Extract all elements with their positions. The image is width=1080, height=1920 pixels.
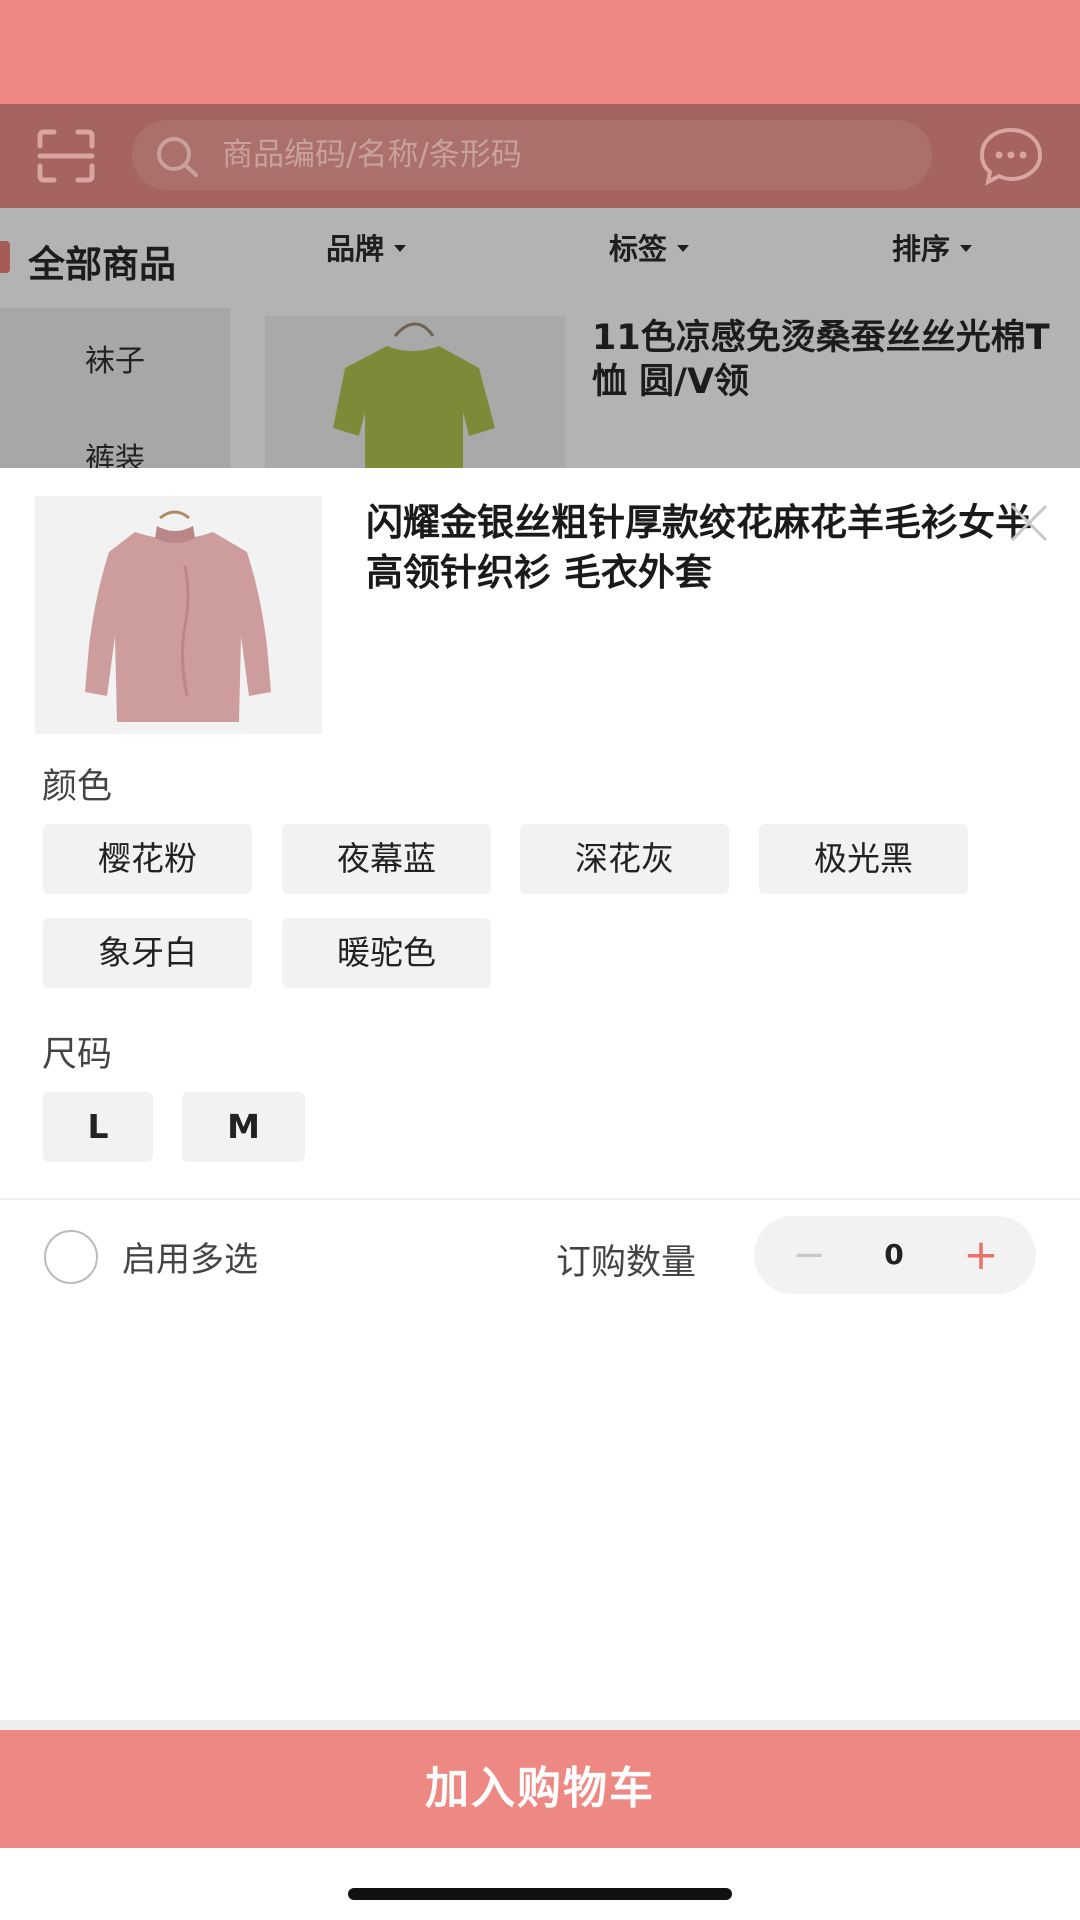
close-icon[interactable] — [1008, 502, 1050, 544]
caret-down-icon — [677, 244, 690, 252]
filter-brand[interactable]: 品牌 — [326, 226, 407, 268]
filter-tag[interactable]: 标签 — [609, 226, 690, 268]
message-icon[interactable] — [978, 126, 1044, 186]
category-title[interactable]: 全部商品 — [28, 234, 176, 288]
side-menu-item-pants[interactable]: 裤装 — [0, 434, 230, 468]
product-title: 闪耀金银丝粗针厚款绞花麻花羊毛衫女半高领针织衫 毛衣外套 — [366, 501, 1032, 594]
caret-down-icon — [394, 244, 407, 252]
color-option[interactable]: 象牙白 — [43, 918, 252, 988]
product-image — [35, 496, 322, 734]
bottom-divider — [0, 1720, 1080, 1730]
quantity-value[interactable]: 0 — [854, 1216, 934, 1294]
color-option[interactable]: 深花灰 — [520, 824, 729, 894]
search-input[interactable]: 商品编码/名称/条形码 — [132, 120, 932, 190]
color-option[interactable]: 极光黑 — [759, 824, 968, 894]
caret-down-icon — [960, 244, 973, 252]
increment-button[interactable]: + — [956, 1216, 1006, 1294]
home-indicator — [348, 1888, 732, 1900]
side-menu: 袜子 裤装 — [0, 308, 230, 468]
search-icon — [157, 137, 198, 177]
size-option[interactable]: L — [43, 1092, 153, 1162]
divider — [0, 1198, 1080, 1200]
color-option[interactable]: 夜幕蓝 — [282, 824, 491, 894]
product-thumbnail[interactable] — [265, 316, 565, 468]
multi-select-label[interactable]: 启用多选 — [122, 1232, 258, 1281]
search-placeholder: 商品编码/名称/条形码 — [222, 137, 522, 173]
add-to-cart-button[interactable]: 加入购物车 — [0, 1730, 1080, 1848]
size-option[interactable]: M — [182, 1092, 305, 1162]
product-title[interactable]: 11色凉感免烫桑蚕丝丝光棉T恤 圆/V领 — [592, 316, 1052, 404]
side-menu-item-socks[interactable]: 袜子 — [0, 336, 230, 380]
filter-sort[interactable]: 排序 — [892, 226, 973, 268]
status-bar — [0, 0, 1080, 104]
color-label: 颜色 — [42, 767, 113, 807]
multi-select-radio[interactable] — [44, 1230, 98, 1284]
size-label: 尺码 — [42, 1035, 113, 1075]
sku-selector-sheet: 闪耀金银丝粗针厚款绞花麻花羊毛衫女半高领针织衫 毛衣外套 颜色 樱花粉 夜幕蓝 … — [0, 468, 1080, 1920]
product-list-area: 袜子 裤装 11色凉感免烫桑蚕丝丝光棉T恤 圆/V领 — [0, 308, 1080, 468]
quantity-stepper: − 0 + — [754, 1216, 1036, 1294]
quantity-label: 订购数量 — [556, 1243, 697, 1283]
color-option[interactable]: 暖驼色 — [282, 918, 491, 988]
scan-icon[interactable] — [36, 128, 96, 184]
decrement-button[interactable]: − — [784, 1216, 834, 1294]
category-marker — [0, 241, 10, 273]
color-option[interactable]: 樱花粉 — [43, 824, 252, 894]
